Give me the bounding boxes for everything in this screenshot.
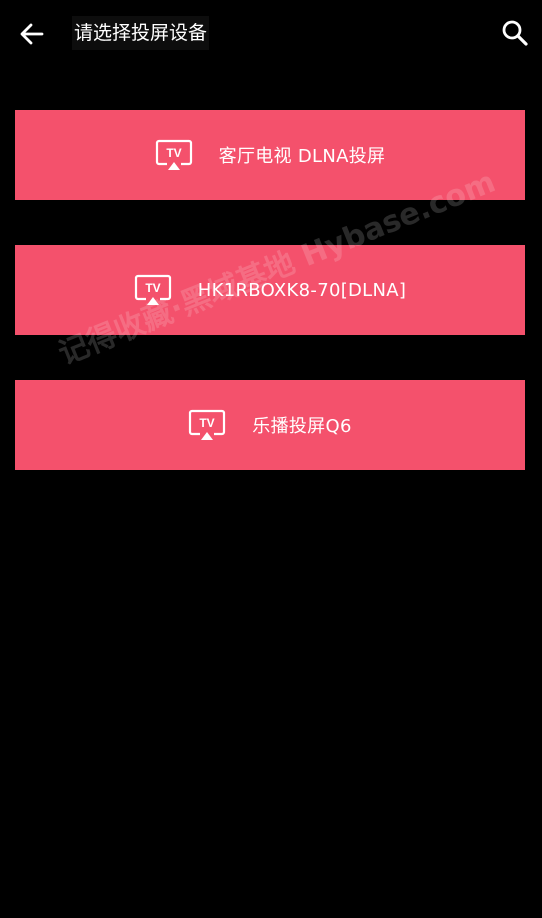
device-item[interactable]: TV HK1RBOXK8-70[DLNA] (15, 245, 525, 335)
device-label: 乐播投屏Q6 (252, 416, 352, 437)
device-list: TV 客厅电视 DLNA投屏 TV HK1RBOXK8-70[DLNA] TV … (15, 110, 525, 515)
tv-cast-icon: TV (189, 409, 226, 440)
tv-cast-icon: TV (134, 274, 171, 305)
device-icon-text: TV (200, 416, 215, 430)
arrow-left-icon (20, 23, 44, 45)
device-item[interactable]: TV 乐播投屏Q6 (15, 380, 525, 470)
tv-cast-icon: TV (155, 139, 192, 170)
device-icon-text: TV (166, 146, 181, 160)
device-label: HK1RBOXK8-70[DLNA] (197, 279, 407, 301)
device-icon-text: TV (145, 281, 160, 295)
search-icon (502, 20, 528, 46)
page-title: 请选择投屏设备 (72, 16, 210, 50)
app-header: 请选择投屏设备 (0, 0, 542, 66)
device-item[interactable]: TV 客厅电视 DLNA投屏 (15, 110, 525, 200)
search-button[interactable] (496, 14, 534, 52)
back-button[interactable] (14, 16, 50, 52)
device-label: 客厅电视 DLNA投屏 (218, 146, 386, 167)
